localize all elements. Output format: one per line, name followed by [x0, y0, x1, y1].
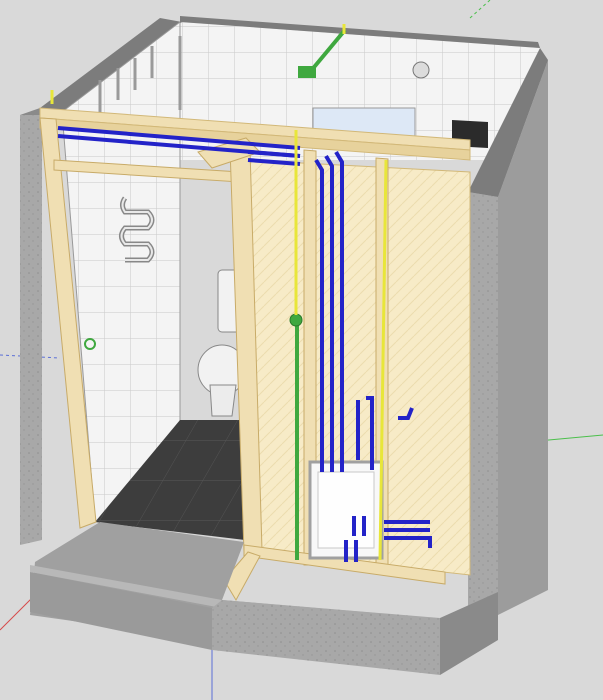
- ceiling-light: [412, 61, 430, 79]
- sketchup-viewport[interactable]: [0, 0, 603, 700]
- bathroom-model: [0, 0, 603, 700]
